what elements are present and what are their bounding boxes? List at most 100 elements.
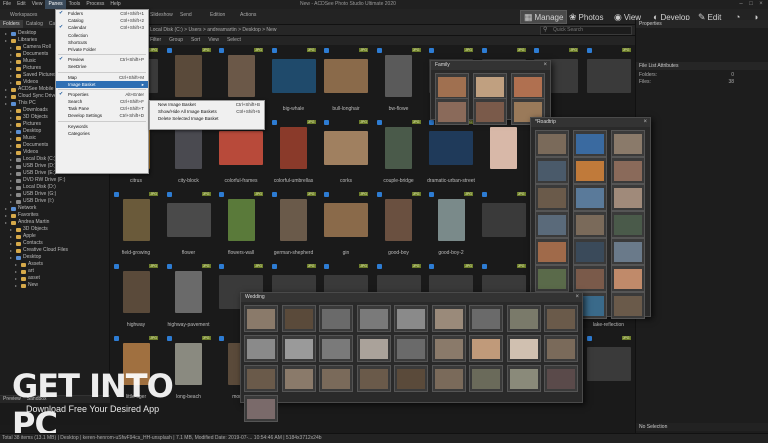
menu-item[interactable]: Keywords [56, 123, 148, 130]
basket-thumbnail[interactable] [281, 305, 316, 332]
basket-thumbnail[interactable] [431, 305, 466, 332]
basket-thumbnail[interactable] [535, 265, 569, 292]
select-checkbox[interactable] [219, 336, 224, 341]
basket-thumbnail[interactable] [573, 238, 607, 265]
basket-thumbnail[interactable] [435, 98, 469, 125]
menu-item[interactable]: Collection [56, 32, 148, 39]
select-checkbox[interactable] [324, 120, 329, 125]
basket-thumbnail[interactable] [573, 184, 607, 211]
basket-thumbnail[interactable] [611, 157, 645, 184]
select-checkbox[interactable] [324, 48, 329, 53]
filter-sort[interactable]: Sort [191, 37, 200, 43]
thumbnail[interactable]: JPGdramatic-urban-street [427, 119, 475, 189]
select-checkbox[interactable] [429, 120, 434, 125]
select-checkbox[interactable] [586, 336, 592, 341]
menu-item[interactable]: Search Ctrl+Shift+F [56, 98, 148, 105]
thumbnail[interactable]: JPG field-growing [112, 191, 160, 261]
thumbnail[interactable]: JPG bull-longhair [322, 47, 370, 117]
basket-thumbnail[interactable] [611, 238, 645, 265]
image-basket-family[interactable]: Family × [430, 60, 551, 125]
thumbnail[interactable]: JPG german-shepherd [270, 191, 318, 261]
menu-item[interactable]: ✔ Preview Ctrl+Shift+P [56, 56, 148, 63]
select-checkbox[interactable] [271, 192, 277, 197]
basket-thumbnail[interactable] [535, 238, 569, 265]
action-slideshow[interactable]: Slideshow [150, 12, 173, 18]
action-send[interactable]: Send [180, 12, 192, 18]
basket-thumbnail[interactable] [319, 305, 353, 332]
basket-thumbnail[interactable] [535, 211, 569, 238]
select-checkbox[interactable] [166, 192, 172, 197]
breadcrumb-top[interactable]: Local Disk (C:) > Users > andreamartin >… [150, 26, 276, 35]
thumbnail[interactable]: JPG highway-pavement [165, 263, 213, 333]
minimize-icon[interactable]: – [736, 0, 746, 9]
thumbnail[interactable]: JPG [480, 191, 528, 261]
close-icon[interactable]: × [756, 0, 766, 9]
menu-item[interactable]: SeeDrive [56, 63, 148, 70]
select-checkbox[interactable] [481, 48, 487, 53]
mode-manage-button[interactable]: ▦ Manage [520, 10, 568, 24]
select-checkbox[interactable] [429, 192, 434, 197]
thumbnail[interactable]: JPG highway [112, 263, 160, 333]
menu-item[interactable]: Develop Settings Ctrl+Shift+D [56, 112, 148, 119]
select-checkbox[interactable] [324, 192, 329, 197]
basket-thumbnail[interactable] [473, 73, 507, 100]
select-checkbox[interactable] [114, 336, 119, 341]
tree-item[interactable]: ▸ 3D Objects [0, 226, 110, 233]
thumbnail[interactable]: JPG flower [165, 191, 213, 261]
basket-thumbnail[interactable] [611, 184, 645, 211]
tree-item[interactable]: ▸ Local Disk (D:) [0, 184, 110, 191]
submenu-item[interactable]: New Image Basket Ctrl+Shift+B [150, 101, 264, 108]
basket-thumbnail[interactable] [394, 305, 428, 332]
tree-item[interactable]: ▸ New [0, 282, 110, 289]
menu-item[interactable]: Shortcuts [56, 39, 148, 46]
basket-thumbnail[interactable] [356, 305, 391, 332]
thumbnail[interactable]: JPG gin [322, 191, 370, 261]
thumbnail[interactable]: JPG colorful-umbrellas [270, 119, 318, 189]
tree-item[interactable]: ▸ Desktop [0, 254, 110, 261]
select-checkbox[interactable] [219, 192, 224, 197]
tree-item[interactable]: ▸ Creative Cloud Files [0, 247, 110, 254]
select-checkbox[interactable] [376, 264, 382, 269]
select-checkbox[interactable] [376, 192, 382, 197]
menu-item[interactable]: ✔ Folders Ctrl+Shift+1 [56, 10, 148, 17]
basket-thumbnail[interactable] [356, 365, 391, 392]
action-actions[interactable]: Actions [240, 12, 256, 18]
basket-thumbnail[interactable] [244, 365, 278, 392]
basket-thumbnail[interactable] [544, 305, 578, 332]
thumbnail[interactable]: JPG good-boy [375, 191, 423, 261]
menu-item[interactable]: Map Ctrl+Shift+M [56, 74, 148, 81]
menu-item[interactable]: Image Basket ▸ [56, 80, 148, 88]
basket-thumbnail[interactable] [573, 211, 607, 238]
select-checkbox[interactable] [481, 192, 487, 197]
tree-item[interactable]: ▸ Favorites [0, 212, 110, 219]
basket-thumbnail[interactable] [281, 335, 316, 362]
basket-thumbnail[interactable] [535, 184, 569, 211]
close-icon[interactable]: × [643, 118, 647, 127]
submenu-item[interactable]: Delete Selected Image Basket [150, 115, 264, 122]
select-checkbox[interactable] [166, 336, 172, 341]
menu-item[interactable]: Categories [56, 130, 148, 137]
filter-view[interactable]: View [208, 37, 219, 43]
thumbnail[interactable]: JPG [480, 119, 528, 189]
mode-photos-button[interactable]: ❀ Photos [566, 10, 606, 24]
tree-item[interactable]: ▸ Assets [0, 261, 110, 268]
menu-item[interactable]: ✔ Properties Alt+Enter [56, 91, 148, 98]
select-checkbox[interactable] [376, 48, 382, 53]
basket-title[interactable]: Wedding × [241, 293, 582, 302]
menu-item[interactable]: Private Folder [56, 46, 148, 53]
menu-edit[interactable]: Edit [14, 0, 29, 9]
select-checkbox[interactable] [271, 120, 277, 125]
thumbnail[interactable]: JPG big-whale [270, 47, 318, 117]
action-edition[interactable]: Edition [210, 12, 225, 18]
basket-thumbnail[interactable] [319, 365, 353, 392]
thumbnail[interactable]: JPG flowers-wall [217, 191, 265, 261]
maximize-icon[interactable]: □ [746, 0, 756, 9]
tree-item[interactable]: ▸ Network [0, 205, 110, 212]
basket-thumbnail[interactable] [469, 365, 503, 392]
basket-thumbnail[interactable] [506, 335, 541, 362]
basket-thumbnail[interactable] [611, 292, 645, 319]
menu-item[interactable]: Catalog Ctrl+Shift+2 [56, 17, 148, 24]
select-checkbox[interactable] [429, 48, 434, 53]
basket-thumbnail[interactable] [573, 157, 607, 184]
tree-item[interactable]: ▸ Andrea Martin [0, 219, 110, 226]
